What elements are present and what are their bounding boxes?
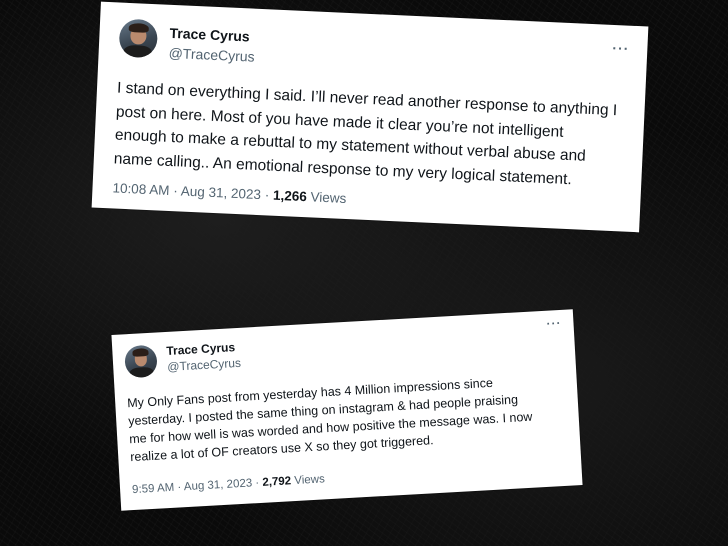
tweet-text: I stand on everything I said. I’ll never… [113, 79, 618, 188]
author-handle[interactable]: @TraceCyrus [168, 45, 255, 65]
author-handle[interactable]: @TraceCyrus [167, 356, 241, 374]
views-count: 2,792 [262, 475, 292, 489]
tweet-date[interactable]: Aug 31, 2023 [184, 477, 253, 493]
tweet-card-1[interactable]: Trace Cyrus @TraceCyrus ··· I stand on e… [91, 1, 649, 233]
meta-separator: · [255, 477, 260, 490]
author-name[interactable]: Trace Cyrus [166, 340, 235, 358]
avatar-shirt [129, 366, 155, 379]
avatar-hair [131, 348, 149, 357]
avatar[interactable] [118, 18, 159, 59]
avatar-shirt [122, 44, 153, 59]
meta-separator: · [172, 183, 179, 199]
tweet-meta: 10:08 AM · Aug 31, 2023 · 1,266 Views [112, 180, 346, 206]
meta-separator: · [177, 481, 182, 494]
author-name[interactable]: Trace Cyrus [169, 25, 250, 45]
tweet-card-2[interactable]: Trace Cyrus @TraceCyrus ··· My Only Fans… [111, 309, 583, 511]
avatar-hair [128, 22, 149, 33]
tweet-date[interactable]: Aug 31, 2023 [180, 184, 261, 203]
tweet-time[interactable]: 9:59 AM [132, 482, 175, 496]
more-options-icon[interactable]: ··· [612, 40, 630, 57]
meta-separator: · [264, 187, 270, 203]
tweet-text: My Only Fans post from yesterday has 4 M… [126, 375, 533, 465]
more-options-icon[interactable]: ··· [546, 316, 562, 331]
tweet-time[interactable]: 10:08 AM [112, 180, 170, 198]
tweet-meta: 9:59 AM · Aug 31, 2023 · 2,792 Views [132, 473, 325, 496]
views-label: Views [310, 189, 347, 207]
views-label: Views [294, 473, 326, 488]
avatar[interactable] [124, 344, 158, 379]
views-count: 1,266 [272, 187, 308, 205]
